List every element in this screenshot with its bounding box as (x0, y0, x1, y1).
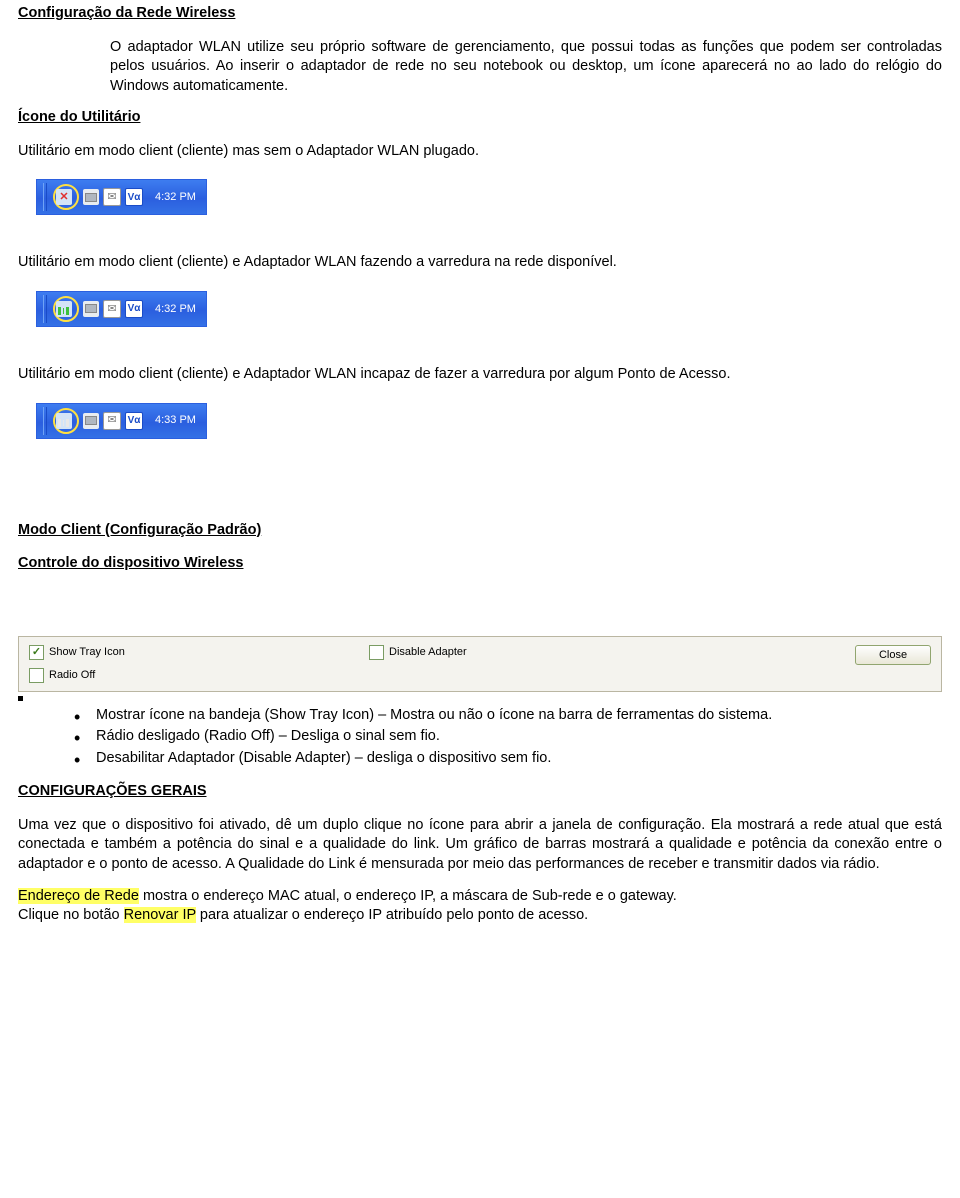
tray-screenshot-2: 4:32 PM (36, 291, 207, 327)
tray-clock: 4:32 PM (155, 190, 196, 205)
square-bullet-icon (18, 696, 23, 701)
para-intro: O adaptador WLAN utilize seu próprio sof… (18, 38, 942, 97)
heading-general-config: CONFIGURAÇÕES GERAIS (18, 782, 942, 802)
wlan-idle-icon (56, 413, 72, 429)
label-radio-off: Radio Off (49, 668, 95, 683)
tray-clock: 4:32 PM (155, 302, 196, 317)
options-bullet-list: Mostrar ícone na bandeja (Show Tray Icon… (18, 706, 942, 769)
message-icon (103, 188, 121, 206)
va-icon (125, 300, 143, 318)
highlight-circle-icon (53, 184, 79, 210)
device-icon (83, 301, 99, 317)
highlight-network-address: Endereço de Rede (18, 888, 139, 904)
message-icon (103, 412, 121, 430)
text-network-address-rest: mostra o endereço MAC atual, o endereço … (139, 888, 677, 904)
message-icon (103, 300, 121, 318)
close-button[interactable]: Close (855, 645, 931, 666)
tray-clock: 4:33 PM (155, 413, 196, 428)
va-icon (125, 188, 143, 206)
para-state-unable: Utilitário em modo client (cliente) e Ad… (18, 365, 942, 385)
heading-wireless-config: Configuração da Rede Wireless (18, 4, 942, 24)
bullet-disable-adapter: Desabilitar Adaptador (Disable Adapter) … (96, 749, 942, 769)
para-state-noplug: Utilitário em modo client (cliente) mas … (18, 142, 942, 162)
wlan-connected-icon (56, 301, 72, 317)
wlan-disconnected-icon (56, 189, 72, 205)
device-icon (83, 413, 99, 429)
device-icon (83, 189, 99, 205)
bullet-marker-row (18, 696, 942, 704)
text-renew-pre: Clique no botão (18, 907, 124, 923)
checkbox-show-tray[interactable] (29, 645, 44, 660)
para-state-scanning: Utilitário em modo client (cliente) e Ad… (18, 253, 942, 273)
highlight-circle-icon (53, 296, 79, 322)
bullet-show-tray: Mostrar ícone na bandeja (Show Tray Icon… (96, 706, 942, 726)
checkbox-disable-adapter[interactable] (369, 645, 384, 660)
device-control-dialog: Show Tray Icon Radio Off Disable Adapter… (18, 636, 942, 692)
label-show-tray: Show Tray Icon (49, 645, 125, 660)
label-disable-adapter: Disable Adapter (389, 645, 467, 660)
va-icon (125, 412, 143, 430)
text-renew-rest: para atualizar o endereço IP atribuído p… (196, 907, 588, 923)
tray-screenshot-3: 4:33 PM (36, 403, 207, 439)
bullet-radio-off: Rádio desligado (Radio Off) – Desliga o … (96, 727, 942, 747)
highlight-circle-icon (53, 408, 79, 434)
para-network-address: Endereço de Rede mostra o endereço MAC a… (18, 887, 942, 926)
checkbox-radio-off[interactable] (29, 668, 44, 683)
heading-client-mode: Modo Client (Configuração Padrão) (18, 521, 942, 541)
tray-screenshot-1: 4:32 PM (36, 179, 207, 215)
para-general-config: Uma vez que o dispositivo foi ativado, d… (18, 816, 942, 875)
heading-device-control: Controle do dispositivo Wireless (18, 554, 942, 574)
highlight-renew-ip: Renovar IP (124, 907, 196, 923)
heading-utility-icon: Ícone do Utilitário (18, 108, 942, 128)
